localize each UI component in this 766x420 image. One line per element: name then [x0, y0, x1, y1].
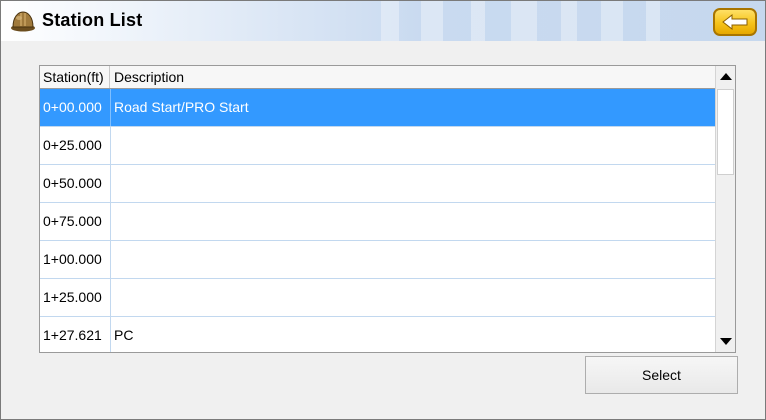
description-cell [111, 165, 715, 202]
table-row[interactable]: 0+75.000 [40, 203, 715, 241]
table-row[interactable]: 1+25.000 [40, 279, 715, 317]
table-row[interactable]: 1+00.000 [40, 241, 715, 279]
vertical-scrollbar[interactable] [715, 66, 735, 352]
hard-hat-icon [10, 8, 36, 34]
select-button[interactable]: Select [585, 356, 738, 394]
table-row[interactable]: 0+50.000 [40, 165, 715, 203]
table-row[interactable]: 1+27.621 PC [40, 317, 715, 352]
page-title: Station List [42, 10, 143, 30]
table-header: Station(ft) Description [40, 66, 715, 89]
back-button[interactable] [713, 8, 757, 36]
column-header-description[interactable]: Description [111, 66, 714, 88]
scrollbar-thumb[interactable] [717, 89, 734, 175]
description-cell [111, 241, 715, 278]
scroll-down-icon[interactable] [716, 330, 735, 352]
description-cell [111, 279, 715, 316]
table-body: 0+00.000 Road Start/PRO Start 0+25.000 0… [40, 89, 715, 352]
station-cell: 1+27.621 [40, 317, 111, 352]
table-row[interactable]: 0+25.000 [40, 127, 715, 165]
station-cell: 1+25.000 [40, 279, 111, 316]
description-cell [111, 127, 715, 164]
description-cell: Road Start/PRO Start [114, 99, 249, 115]
table-row[interactable]: 0+00.000 Road Start/PRO Start [40, 89, 715, 127]
station-cell: 0+50.000 [40, 165, 111, 202]
station-cell: 0+25.000 [40, 127, 111, 164]
arrow-left-icon [722, 14, 748, 30]
station-cell: 0+75.000 [40, 203, 111, 240]
station-cell: 0+00.000 [40, 89, 111, 126]
description-cell [111, 203, 715, 240]
description-cell: PC [114, 327, 134, 343]
scroll-up-icon[interactable] [716, 66, 735, 88]
column-header-station[interactable]: Station(ft) [40, 66, 110, 88]
station-table: Station(ft) Description 0+00.000 Road St… [39, 65, 736, 353]
title-bar: Station List [1, 1, 765, 41]
station-list-window: Station List Station(ft) Description 0+0… [0, 0, 766, 420]
station-cell: 1+00.000 [40, 241, 111, 278]
